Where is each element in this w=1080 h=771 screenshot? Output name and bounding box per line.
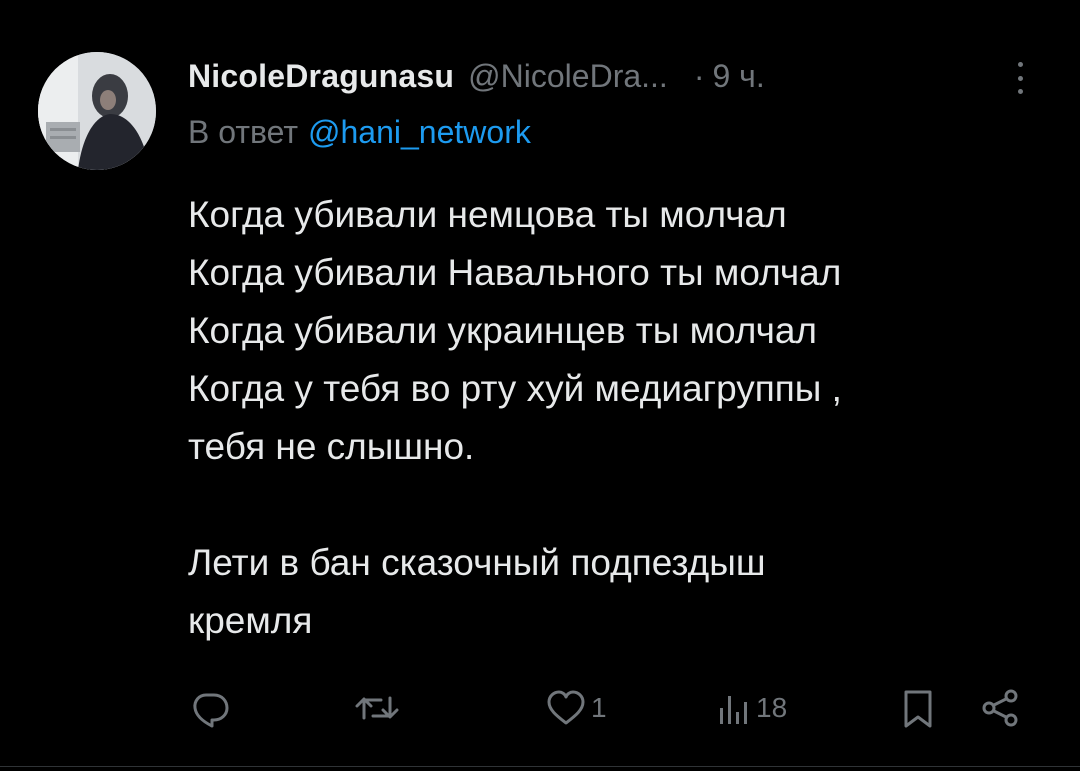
avatar[interactable]: [38, 52, 156, 170]
tweet-header: NicoleDragunasu @NicoleDra... · 9 ч.: [188, 54, 765, 98]
divider: [0, 766, 1080, 767]
repost-icon: [355, 696, 399, 720]
views-button[interactable]: 18: [716, 684, 787, 732]
share-button[interactable]: [978, 684, 1022, 732]
more-options-icon[interactable]: [1008, 58, 1032, 98]
tweet-text-line: Когда убивали украинцев ты молчал: [188, 310, 818, 351]
reply-icon: [193, 693, 229, 728]
avatar-photo: [38, 52, 156, 170]
views-count: 18: [756, 692, 788, 723]
more-dot: [1017, 75, 1023, 81]
reply-context: В ответ @hani_network: [188, 114, 531, 151]
like-button[interactable]: 1: [545, 684, 607, 732]
timestamp[interactable]: 9 ч.: [712, 58, 764, 95]
tweet-text-line: Когда убивали немцова ты молчал: [188, 194, 787, 235]
user-handle[interactable]: @NicoleDra...: [468, 58, 668, 95]
views-icon: [720, 696, 747, 724]
more-dot: [1017, 62, 1023, 67]
tweet-text-line: тебя не слышно.: [188, 426, 475, 467]
like-count: 1: [591, 692, 607, 723]
tweet-text-line: Когда убивали Навального ты молчал: [188, 252, 842, 293]
tweet-text-line: Когда у тебя во рту хуй медиагруппы ,: [188, 368, 842, 409]
bookmark-icon: [904, 690, 932, 728]
more-dot: [1017, 89, 1023, 94]
display-name[interactable]: NicoleDragunasu: [188, 58, 454, 95]
tweet-card[interactable]: NicoleDragunasu @NicoleDra... · 9 ч. В о…: [0, 0, 1080, 771]
bookmark-button[interactable]: [898, 684, 938, 732]
dot-separator: ·: [693, 57, 705, 94]
tweet-text: Когда убивали немцова ты молчал Когда уб…: [188, 186, 1048, 650]
tweet-text-line: кремля: [188, 600, 313, 641]
reply-button[interactable]: [188, 684, 232, 732]
heart-icon: [547, 690, 585, 725]
action-bar: 1 18: [188, 684, 1038, 732]
reply-to-handle-link[interactable]: @hani_network: [308, 114, 531, 150]
tweet-text-line: Лети в бан сказочный подпездыш: [188, 542, 766, 583]
share-icon: [982, 689, 1018, 727]
reply-prefix: В ответ: [188, 114, 299, 150]
repost-button[interactable]: [353, 684, 405, 732]
